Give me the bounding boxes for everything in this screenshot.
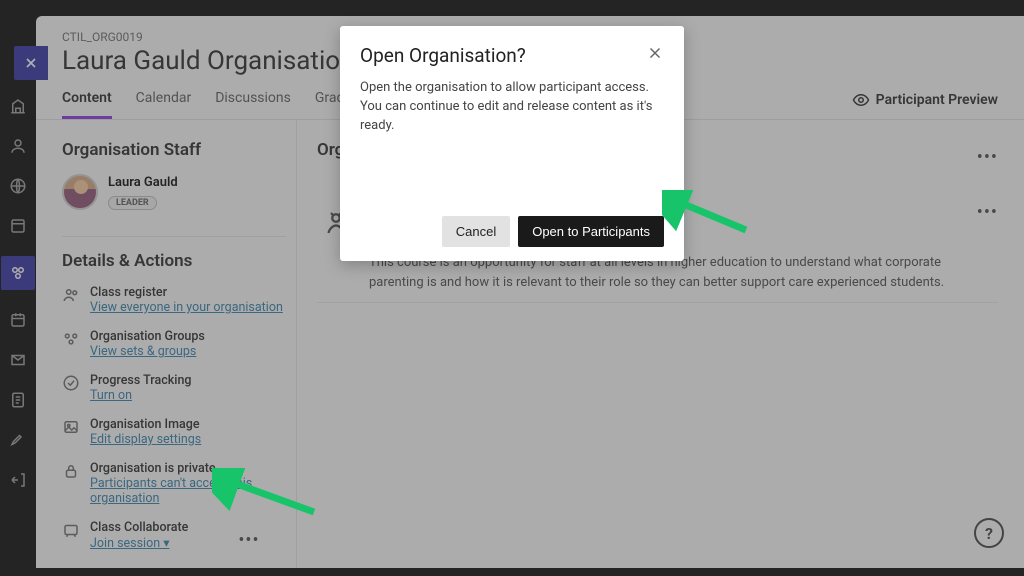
help-glyph: ? [985, 524, 993, 543]
dialog-title: Open Organisation? [360, 44, 526, 67]
help-button[interactable]: ? [974, 518, 1004, 548]
open-to-participants-button[interactable]: Open to Participants [518, 216, 664, 247]
dialog-body: Open the organisation to allow participa… [360, 79, 664, 136]
annotation-arrow-icon [212, 468, 322, 520]
dialog-close-button[interactable] [646, 44, 664, 67]
open-organisation-dialog: Open Organisation? Open the organisation… [340, 26, 684, 261]
cancel-button[interactable]: Cancel [442, 216, 510, 247]
annotation-arrow-icon [662, 190, 752, 238]
